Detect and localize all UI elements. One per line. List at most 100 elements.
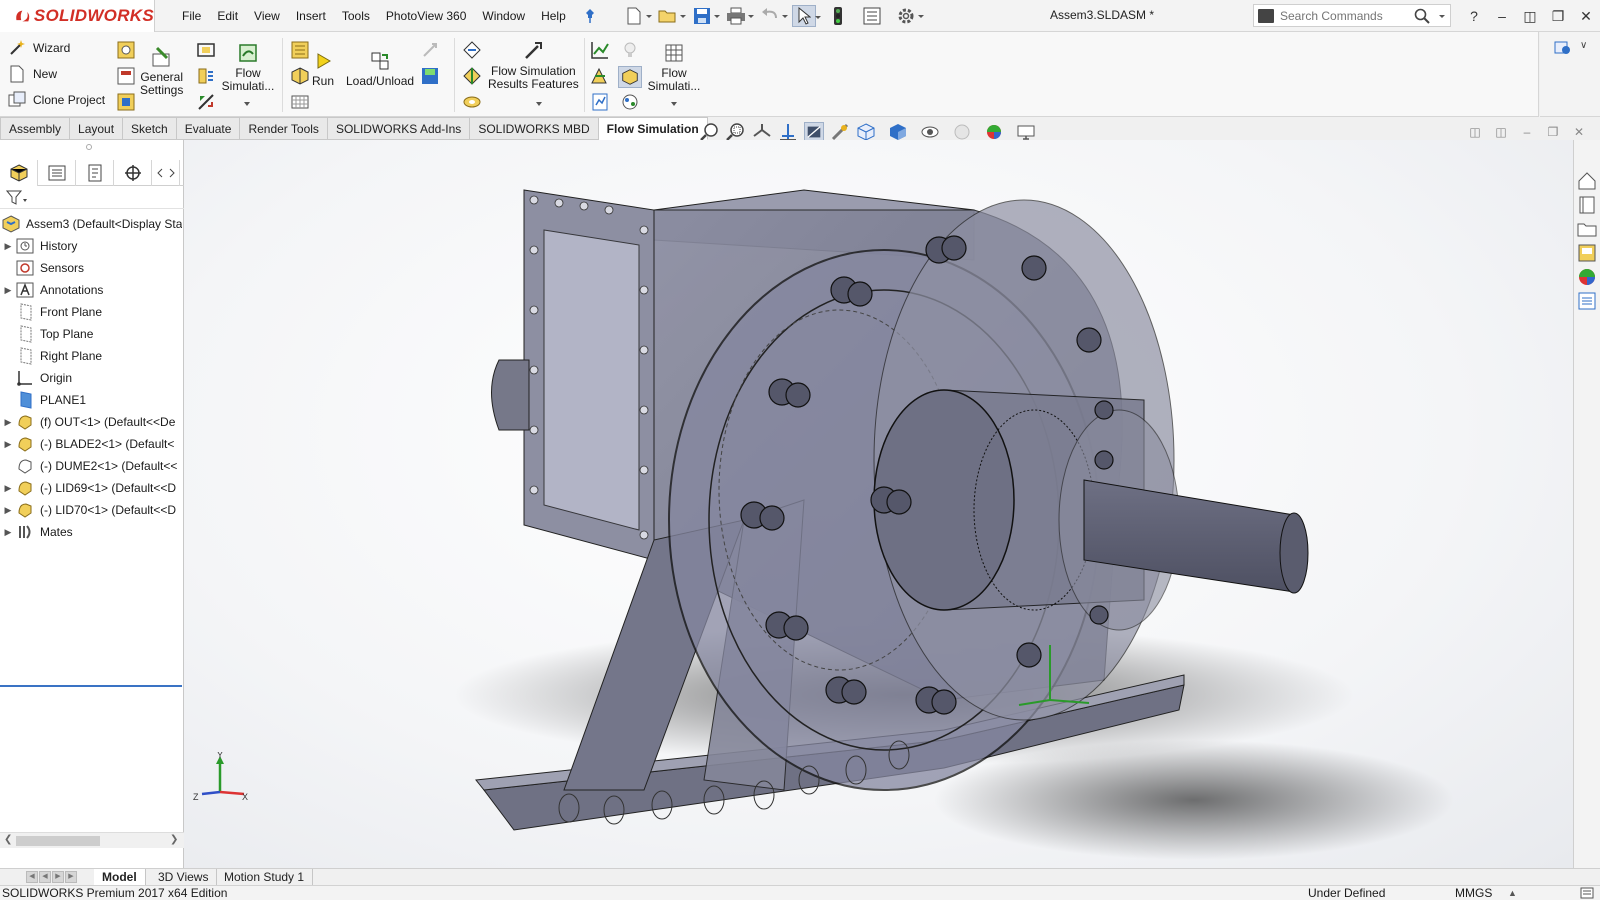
flow-simulation-results-features-button[interactable]: Flow Simulation Results Features bbox=[488, 40, 579, 91]
tile-right-icon[interactable]: ◫ bbox=[1491, 125, 1511, 141]
zoom-to-area-icon[interactable] bbox=[726, 122, 746, 142]
lightbulb-disabled-icon[interactable] bbox=[620, 40, 640, 60]
menu-insert[interactable]: Insert bbox=[288, 8, 334, 24]
tab-solidworks-add-ins[interactable]: SOLIDWORKS Add-Ins bbox=[327, 117, 471, 140]
xy-plot-icon[interactable] bbox=[590, 40, 610, 60]
solidworks-resources-icon[interactable] bbox=[1576, 170, 1598, 192]
display-style-icon[interactable] bbox=[888, 122, 908, 142]
last-tab-icon[interactable]: ▶ bbox=[65, 871, 77, 883]
undo-icon[interactable] bbox=[758, 5, 788, 27]
design-library-icon[interactable] bbox=[1576, 194, 1598, 216]
menu-file[interactable]: File bbox=[174, 8, 209, 24]
flow-simulation-dropdown-icon[interactable] bbox=[243, 101, 251, 107]
view-settings-icon[interactable] bbox=[1016, 122, 1036, 142]
menu-photoview[interactable]: PhotoView 360 bbox=[378, 8, 475, 24]
tree-item-sensors[interactable]: Sensors bbox=[0, 257, 182, 279]
expand-arrow-icon[interactable]: ▶ bbox=[0, 505, 16, 516]
viewport-minimize-icon[interactable]: – bbox=[1517, 125, 1537, 141]
previous-view-icon[interactable] bbox=[752, 122, 772, 142]
save-icon[interactable] bbox=[690, 5, 720, 27]
tree-item-annotations[interactable]: ▶ Annotations bbox=[0, 279, 182, 301]
results-save-icon[interactable] bbox=[420, 66, 440, 86]
tab-render-tools[interactable]: Render Tools bbox=[240, 117, 328, 140]
new-document-icon[interactable] bbox=[622, 5, 652, 27]
tab-evaluate[interactable]: Evaluate bbox=[176, 117, 241, 140]
fluid-subdomain-icon[interactable] bbox=[196, 66, 216, 86]
panel-horizontal-scrollbar[interactable]: ❮ ❯ bbox=[0, 832, 184, 848]
general-settings-button[interactable]: General Settings bbox=[140, 46, 183, 97]
tab-assembly[interactable]: Assembly bbox=[0, 117, 71, 140]
edit-appearance-icon[interactable] bbox=[952, 122, 972, 142]
project-icon[interactable] bbox=[116, 40, 136, 60]
prev-tab-icon[interactable]: ◀ bbox=[39, 871, 51, 883]
mesh-icon[interactable] bbox=[290, 92, 310, 112]
expand-arrow-icon[interactable]: ▶ bbox=[0, 285, 16, 296]
particle-study-icon[interactable] bbox=[620, 92, 640, 112]
close-icon[interactable]: ✕ bbox=[1574, 6, 1598, 26]
expand-arrow-icon[interactable]: ▶ bbox=[0, 527, 16, 538]
viewport-restore-icon[interactable]: ❐ bbox=[1543, 125, 1563, 141]
project-properties-icon[interactable] bbox=[116, 92, 136, 112]
unit-system-arrow-icon[interactable]: ▲ bbox=[1508, 886, 1517, 900]
view-orientation-active-icon[interactable] bbox=[804, 122, 824, 142]
menu-window[interactable]: Window bbox=[474, 8, 533, 24]
dimxpert-manager-tab[interactable] bbox=[114, 160, 152, 186]
collapse-chevron-icon[interactable]: ∨ bbox=[1580, 40, 1587, 51]
tree-item-lid69[interactable]: ▶ (-) LID69<1> (Default<<D bbox=[0, 477, 182, 499]
expand-arrow-icon[interactable]: ▶ bbox=[0, 439, 16, 450]
tree-item-origin[interactable]: Origin bbox=[0, 367, 182, 389]
panel-grip-icon[interactable] bbox=[86, 144, 92, 150]
surface-plot-icon[interactable] bbox=[462, 66, 482, 86]
viewport-close-icon[interactable]: ✕ bbox=[1569, 125, 1589, 141]
search-icon[interactable] bbox=[1414, 8, 1430, 24]
next-tab-icon[interactable]: ▶ bbox=[52, 871, 64, 883]
boundary-condition-icon[interactable] bbox=[196, 92, 216, 112]
file-explorer-icon[interactable] bbox=[1576, 218, 1598, 240]
scroll-right-icon[interactable]: ❯ bbox=[170, 834, 178, 845]
run-button[interactable]: Run bbox=[312, 50, 334, 88]
apply-scene-icon[interactable] bbox=[984, 122, 1004, 142]
results-features-dropdown-icon[interactable] bbox=[535, 101, 543, 107]
project-settings-icon[interactable] bbox=[116, 66, 136, 86]
tree-root-assembly[interactable]: Assem3 (Default<Display Stat bbox=[0, 213, 182, 235]
status-options-icon[interactable] bbox=[1580, 887, 1594, 899]
custom-properties-icon[interactable] bbox=[1576, 290, 1598, 312]
print-icon[interactable] bbox=[724, 5, 754, 27]
goal-plot-icon[interactable] bbox=[590, 66, 610, 86]
cut-plot-disabled-icon[interactable] bbox=[420, 40, 440, 60]
feature-manager-tab[interactable] bbox=[0, 160, 38, 186]
unit-system[interactable]: MMGS bbox=[1455, 886, 1492, 900]
tab-solidworks-mbd[interactable]: SOLIDWORKS MBD bbox=[470, 117, 599, 140]
tile-window-icon[interactable]: ◫ bbox=[1518, 6, 1542, 26]
minimize-icon[interactable]: – bbox=[1490, 6, 1514, 26]
traffic-light-icon[interactable] bbox=[826, 5, 850, 27]
tree-item-history[interactable]: ▶ History bbox=[0, 235, 182, 257]
tab-3d-views[interactable]: 3D Views bbox=[150, 869, 218, 886]
flow-simulation-tools-button[interactable]: Flow Simulati... bbox=[648, 42, 700, 93]
expand-arrow-icon[interactable]: ▶ bbox=[0, 241, 16, 252]
expand-arrow-icon[interactable]: ▶ bbox=[0, 483, 16, 494]
flow-simulation-tools-dropdown-icon[interactable] bbox=[670, 101, 678, 107]
menu-edit[interactable]: Edit bbox=[209, 8, 246, 24]
computational-domain-icon[interactable] bbox=[196, 40, 216, 60]
menu-tools[interactable]: Tools bbox=[334, 8, 378, 24]
restore-icon[interactable]: ❐ bbox=[1546, 6, 1570, 26]
search-input[interactable] bbox=[1280, 8, 1418, 23]
tree-item-right-plane[interactable]: Right Plane bbox=[0, 345, 182, 367]
tab-model[interactable]: Model bbox=[94, 869, 146, 886]
solidworks-logo[interactable]: SOLIDWORKS bbox=[0, 0, 155, 32]
search-dropdown-icon[interactable] bbox=[1439, 15, 1445, 21]
tree-item-mates[interactable]: ▶ Mates bbox=[0, 521, 182, 543]
help-icon[interactable]: ? bbox=[1462, 6, 1486, 26]
flow-simulation-button[interactable]: Flow Simulati... bbox=[222, 42, 274, 93]
menu-help[interactable]: Help bbox=[533, 8, 574, 24]
panel-tab-scroll-icon[interactable] bbox=[152, 160, 180, 186]
menu-view[interactable]: View bbox=[246, 8, 288, 24]
section-view-icon[interactable] bbox=[778, 122, 798, 142]
tab-motion-study-1[interactable]: Motion Study 1 bbox=[216, 869, 314, 886]
view-palette-icon[interactable] bbox=[1576, 242, 1598, 264]
zoom-to-fit-icon[interactable] bbox=[700, 122, 720, 142]
point-parameters-icon[interactable] bbox=[462, 92, 482, 112]
tree-item-blade2[interactable]: ▶ (-) BLADE2<1> (Default< bbox=[0, 433, 182, 455]
first-tab-icon[interactable]: ◀ bbox=[26, 871, 38, 883]
